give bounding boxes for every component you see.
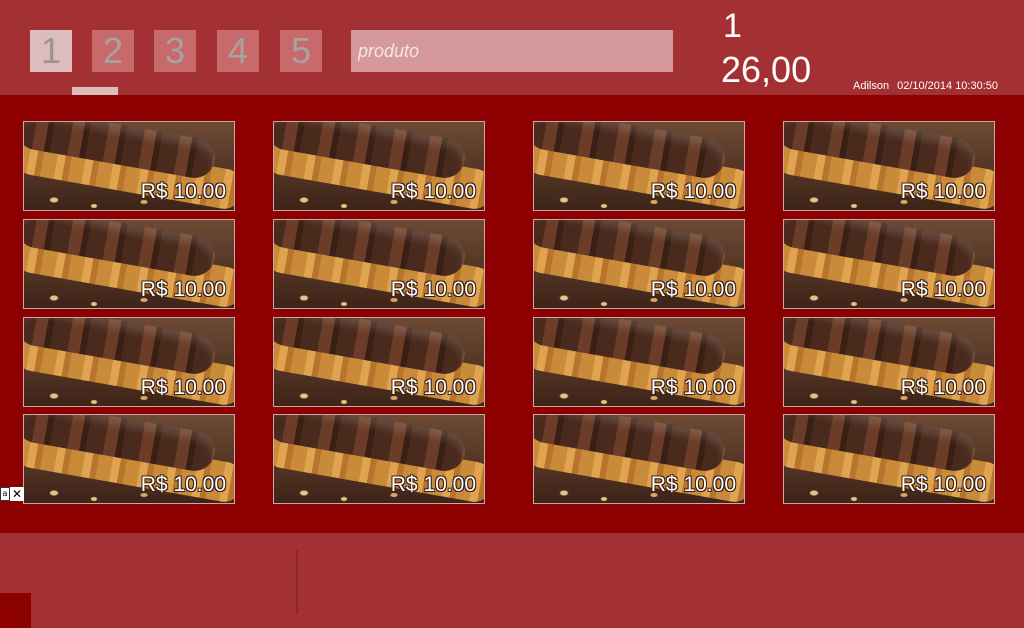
product-card[interactable]: R$ 10.00 — [533, 414, 745, 504]
close-icon[interactable]: ✕ — [10, 487, 24, 501]
product-card[interactable]: R$ 10.00 — [273, 219, 485, 309]
product-price: R$ 10.00 — [390, 376, 476, 399]
product-price: R$ 10.00 — [140, 473, 226, 496]
tab-5[interactable]: 5 — [280, 30, 322, 72]
product-card[interactable]: R$ 10.00 — [783, 317, 995, 407]
user-info: Adilson 02/10/2014 10:30:50 — [853, 80, 998, 93]
product-price: R$ 10.00 — [650, 278, 736, 301]
bottom-left-block — [0, 593, 31, 628]
bottom-divider — [296, 550, 298, 614]
product-grid: R$ 10.00 R$ 10.00 R$ 10.00 R$ 10.00 R$ 1… — [0, 95, 1024, 533]
product-card[interactable]: R$ 10.00 — [273, 317, 485, 407]
mini-toolbar: a ✕ — [0, 487, 24, 501]
product-price: R$ 10.00 — [650, 180, 736, 203]
product-price: R$ 10.00 — [900, 278, 986, 301]
tab-1[interactable]: 1 — [30, 30, 72, 72]
order-total: 26,00 — [721, 49, 812, 90]
product-price: R$ 10.00 — [900, 473, 986, 496]
product-card[interactable]: R$ 10.00 — [783, 121, 995, 211]
product-price: R$ 10.00 — [140, 376, 226, 399]
product-card[interactable]: R$ 10.00 — [23, 219, 235, 309]
product-price: R$ 10.00 — [140, 278, 226, 301]
product-price: R$ 10.00 — [390, 278, 476, 301]
order-quantity: 1 — [723, 7, 742, 45]
product-price: R$ 10.00 — [900, 180, 986, 203]
product-search-input[interactable] — [351, 30, 673, 72]
tab-3[interactable]: 3 — [154, 30, 196, 72]
product-card[interactable]: R$ 10.00 — [273, 121, 485, 211]
tab-2[interactable]: 2 — [92, 30, 134, 72]
product-card[interactable]: R$ 10.00 — [273, 414, 485, 504]
product-price: R$ 10.00 — [650, 376, 736, 399]
product-price: R$ 10.00 — [390, 180, 476, 203]
product-card[interactable]: R$ 10.00 — [23, 317, 235, 407]
product-price: R$ 10.00 — [650, 473, 736, 496]
product-card[interactable]: R$ 10.00 — [23, 414, 235, 504]
product-price: R$ 10.00 — [140, 180, 226, 203]
product-price: R$ 10.00 — [390, 473, 476, 496]
product-card[interactable]: R$ 10.00 — [533, 317, 745, 407]
current-datetime: 02/10/2014 10:30:50 — [897, 80, 999, 92]
product-card[interactable]: R$ 10.00 — [533, 219, 745, 309]
product-card[interactable]: R$ 10.00 — [533, 121, 745, 211]
user-name: Adilson — [853, 80, 890, 92]
mini-toolbar-box[interactable]: a — [0, 487, 10, 501]
product-card[interactable]: R$ 10.00 — [783, 414, 995, 504]
product-card[interactable]: R$ 10.00 — [23, 121, 235, 211]
product-card[interactable]: R$ 10.00 — [783, 219, 995, 309]
tab-4[interactable]: 4 — [217, 30, 259, 72]
product-price: R$ 10.00 — [900, 376, 986, 399]
